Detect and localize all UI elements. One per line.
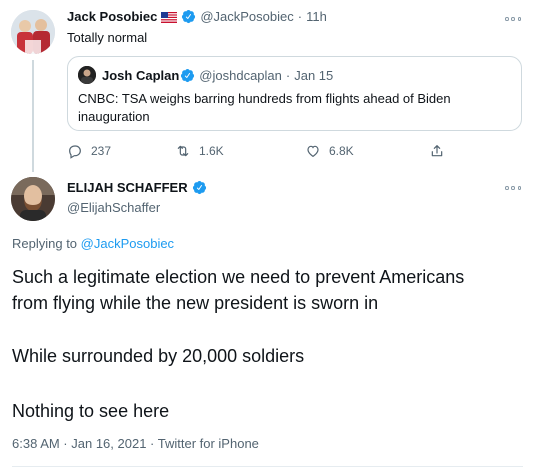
tweet-header: Jack Posobiec @JackPosobiec · 11h bbox=[67, 9, 327, 24]
tweet-body-line: Nothing to see here bbox=[12, 401, 170, 421]
quote-author-name[interactable]: Josh Caplan bbox=[102, 68, 179, 83]
avatar[interactable] bbox=[11, 10, 55, 54]
reply-count: 237 bbox=[91, 144, 112, 158]
verified-badge-icon bbox=[180, 68, 195, 83]
retweet-button[interactable]: 1.6K bbox=[175, 143, 224, 159]
retweet-count: 1.6K bbox=[199, 144, 224, 158]
like-button[interactable]: 6.8K bbox=[305, 143, 354, 159]
share-icon bbox=[431, 145, 443, 157]
author-name[interactable]: Jack Posobiec bbox=[67, 9, 157, 24]
separator-dot: · bbox=[285, 67, 291, 83]
quote-text: CNBC: TSA weighs barring hundreds from f… bbox=[78, 91, 451, 124]
separator-dot: · bbox=[297, 9, 303, 24]
like-count: 6.8K bbox=[329, 144, 354, 158]
tweet-header: ELIJAH SCHAFFER bbox=[67, 180, 211, 195]
reply-icon bbox=[69, 145, 81, 159]
tweet-body-line: from flying while the new president is s… bbox=[12, 293, 379, 313]
replying-to-link[interactable]: @JackPosobiec bbox=[81, 236, 174, 251]
us-flag-icon bbox=[161, 11, 178, 23]
author-name[interactable]: ELIJAH SCHAFFER bbox=[67, 180, 188, 195]
replying-prefix: Replying to bbox=[12, 236, 81, 251]
tweet-time[interactable]: 11h bbox=[306, 9, 327, 24]
tweet-timestamp[interactable]: 6:38 AM · Jan 16, 2021 · Twitter for iPh… bbox=[12, 436, 259, 451]
quote-date[interactable]: Jan 15 bbox=[294, 68, 333, 83]
quote-avatar bbox=[78, 66, 96, 84]
author-handle[interactable]: @JackPosobiec bbox=[200, 9, 293, 24]
more-options-icon[interactable] bbox=[505, 16, 521, 22]
avatar[interactable] bbox=[11, 177, 55, 221]
quoted-tweet[interactable]: Josh Caplan @joshdcaplan · Jan 15 CNBC: … bbox=[67, 56, 522, 131]
tweet-text: Totally normal bbox=[67, 30, 148, 45]
tweet-body-line: While surrounded by 20,000 soldiers bbox=[12, 346, 305, 366]
author-handle[interactable]: @ElijahSchaffer bbox=[67, 200, 160, 215]
quote-author-handle[interactable]: @joshdcaplan bbox=[199, 68, 282, 83]
verified-badge-icon bbox=[192, 180, 207, 195]
divider bbox=[12, 466, 523, 467]
thread-connector-line bbox=[32, 60, 34, 172]
replying-to: Replying to @JackPosobiec bbox=[12, 236, 174, 251]
more-options-icon[interactable] bbox=[505, 185, 521, 191]
share-button[interactable] bbox=[429, 143, 453, 159]
retweet-icon bbox=[177, 145, 189, 157]
quote-header: Josh Caplan @joshdcaplan · Jan 15 bbox=[78, 66, 333, 84]
tweet-body-line: Such a legitimate election we need to pr… bbox=[12, 267, 465, 287]
reply-button[interactable]: 237 bbox=[67, 143, 111, 159]
heart-icon bbox=[307, 145, 319, 158]
verified-badge-icon bbox=[181, 9, 196, 24]
tweet-actions: 237 1.6K 6.8K bbox=[67, 143, 467, 161]
